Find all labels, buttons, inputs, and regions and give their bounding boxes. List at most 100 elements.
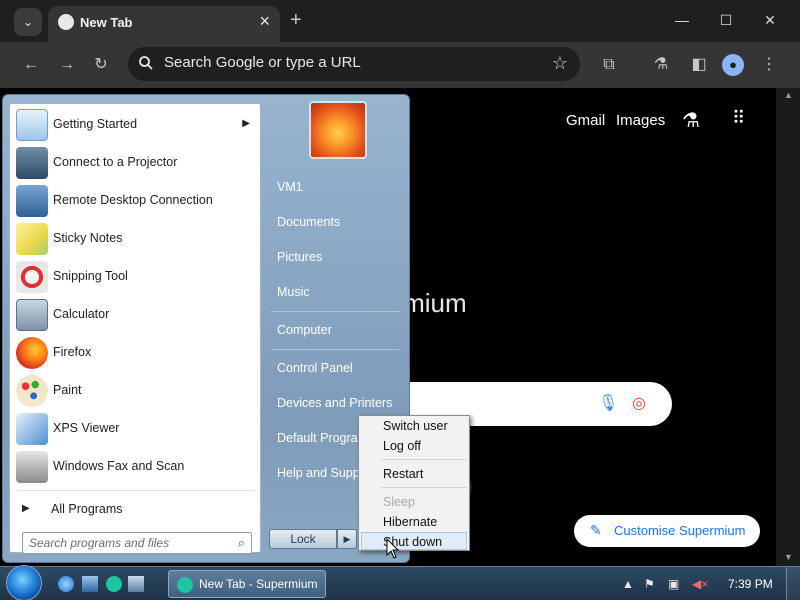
extensions-icon[interactable]: ⧉ <box>598 54 620 76</box>
internet-explorer-icon[interactable] <box>58 576 74 592</box>
program-label: XPS Viewer <box>53 421 120 435</box>
mouse-cursor-icon <box>386 538 400 559</box>
microphone-icon[interactable]: 🎙 <box>598 393 618 413</box>
bookmark-star-icon[interactable]: ☆ <box>552 53 568 74</box>
program-xps-viewer[interactable]: XPS Viewer <box>10 410 260 448</box>
explorer-icon[interactable] <box>82 576 98 592</box>
search-icon <box>139 56 153 70</box>
right-item-default-programs[interactable]: Default Program <box>277 431 368 445</box>
forward-icon[interactable]: → <box>56 54 78 76</box>
menu-item-log-off[interactable]: Log off <box>383 439 421 453</box>
tab-new-tab[interactable]: New Tab × <box>48 6 280 42</box>
right-item-pictures[interactable]: Pictures <box>277 250 322 264</box>
customise-button[interactable]: ✎ Customise Supermium <box>574 515 760 547</box>
apps-grid-icon[interactable]: ⠿ <box>732 108 745 129</box>
action-center-flag-icon[interactable]: ⚑ <box>644 577 655 591</box>
right-item-control-panel[interactable]: Control Panel <box>277 361 353 375</box>
program-firefox[interactable]: Firefox <box>10 334 260 372</box>
right-item-help-support[interactable]: Help and Supp <box>277 466 360 480</box>
images-link[interactable]: Images <box>616 112 665 129</box>
program-label: Snipping Tool <box>53 269 128 283</box>
address-bar[interactable]: ☆ <box>128 47 580 81</box>
program-fax-scan[interactable]: Windows Fax and Scan <box>10 448 260 486</box>
program-label: Calculator <box>53 307 110 321</box>
pencil-icon: ✎ <box>590 522 602 538</box>
tab-strip: ⌄ New Tab × + — ☐ ✕ <box>0 0 800 42</box>
tab-title: New Tab <box>80 15 133 30</box>
paint-icon <box>16 375 48 407</box>
menu-item-restart[interactable]: Restart <box>383 467 423 481</box>
tab-search-button[interactable]: ⌄ <box>14 8 42 36</box>
shutdown-options-menu: Switch user Log off Restart Sleep Hibern… <box>358 415 470 551</box>
search-icon[interactable]: ⌕ <box>238 535 245 551</box>
scroll-up-icon[interactable]: ▲ <box>784 90 793 100</box>
program-label: Paint <box>53 383 82 397</box>
network-icon[interactable]: ▣ <box>668 577 679 591</box>
maximize-button[interactable]: ☐ <box>704 6 748 34</box>
profile-avatar-icon[interactable]: ● <box>722 54 744 76</box>
program-label: Windows Fax and Scan <box>53 459 185 473</box>
taskbar: New Tab - Supermium ▲ ⚑ ▣ ◀× 7:39 PM <box>0 565 800 600</box>
program-label: Getting Started <box>53 117 138 131</box>
projector-icon <box>16 147 48 179</box>
tray-expand-icon[interactable]: ▲ <box>622 577 634 591</box>
supermium-icon[interactable] <box>106 576 122 592</box>
right-item-devices-printers[interactable]: Devices and Printers <box>277 396 392 410</box>
program-remote-desktop[interactable]: Remote Desktop Connection <box>10 182 260 220</box>
separator <box>271 349 399 350</box>
clock[interactable]: 7:39 PM <box>728 577 773 591</box>
program-getting-started[interactable]: Getting Started ▶ <box>10 106 260 144</box>
separator <box>271 311 399 312</box>
scroll-down-icon[interactable]: ▼ <box>784 552 793 562</box>
program-connect-projector[interactable]: Connect to a Projector <box>10 144 260 182</box>
firefox-icon <box>16 337 48 369</box>
separator <box>381 487 467 488</box>
labs-flask-icon[interactable]: ⚗ <box>682 108 700 133</box>
globe-icon <box>58 14 74 30</box>
show-desktop-button[interactable] <box>786 567 800 600</box>
right-item-music[interactable]: Music <box>277 285 310 299</box>
address-input[interactable] <box>164 54 524 71</box>
all-programs-button[interactable]: ▶ All Programs <box>10 495 260 523</box>
shutdown-options-arrow[interactable]: ▶ <box>337 529 357 549</box>
user-picture[interactable] <box>309 101 367 159</box>
start-menu: Getting Started ▶ Connect to a Projector… <box>2 94 410 563</box>
browser-toolbar: ← → ↻ ☆ ⧉ ⚗ ◧ ● ⋮ <box>0 42 800 88</box>
page-scrollbar[interactable]: ▲ ▼ <box>776 88 800 566</box>
start-orb-button[interactable] <box>6 565 42 600</box>
snipping-tool-icon <box>16 261 48 293</box>
lock-button[interactable]: Lock <box>269 529 337 549</box>
labs-flask-icon[interactable]: ⚗ <box>650 54 672 76</box>
menu-item-switch-user[interactable]: Switch user <box>383 419 448 433</box>
taskbar-item-label: New Tab - Supermium <box>199 577 318 591</box>
program-snipping-tool[interactable]: Snipping Tool <box>10 258 260 296</box>
program-calculator[interactable]: Calculator <box>10 296 260 334</box>
show-desktop-icon[interactable] <box>128 576 144 592</box>
volume-muted-icon[interactable]: ◀× <box>692 577 708 591</box>
back-icon[interactable]: ← <box>20 54 42 76</box>
menu-item-hibernate[interactable]: Hibernate <box>383 515 437 529</box>
program-paint[interactable]: Paint <box>10 372 260 410</box>
close-window-button[interactable]: ✕ <box>748 6 792 34</box>
separator <box>18 490 254 491</box>
start-search-input[interactable] <box>29 536 225 550</box>
program-label: Connect to a Projector <box>53 155 178 169</box>
separator <box>381 459 467 460</box>
new-tab-button[interactable]: + <box>290 8 302 32</box>
menu-kebab-icon[interactable]: ⋮ <box>758 54 780 76</box>
right-item-computer[interactable]: Computer <box>277 323 332 337</box>
program-sticky-notes[interactable]: Sticky Notes <box>10 220 260 258</box>
remote-desktop-icon <box>16 185 48 217</box>
customise-label: Customise Supermium <box>614 523 746 538</box>
taskbar-item-browser[interactable]: New Tab - Supermium <box>168 570 326 598</box>
right-item-user[interactable]: VM1 <box>277 180 303 194</box>
minimize-button[interactable]: — <box>660 6 704 34</box>
lens-icon[interactable]: ◎ <box>632 393 646 413</box>
start-search-box[interactable]: ⌕ <box>22 532 252 554</box>
right-item-documents[interactable]: Documents <box>277 215 340 229</box>
reload-icon[interactable]: ↻ <box>90 54 112 76</box>
close-tab-icon[interactable]: × <box>259 11 270 31</box>
program-label: Firefox <box>53 345 92 359</box>
gmail-link[interactable]: Gmail <box>566 112 605 129</box>
side-panel-icon[interactable]: ◧ <box>688 54 710 76</box>
